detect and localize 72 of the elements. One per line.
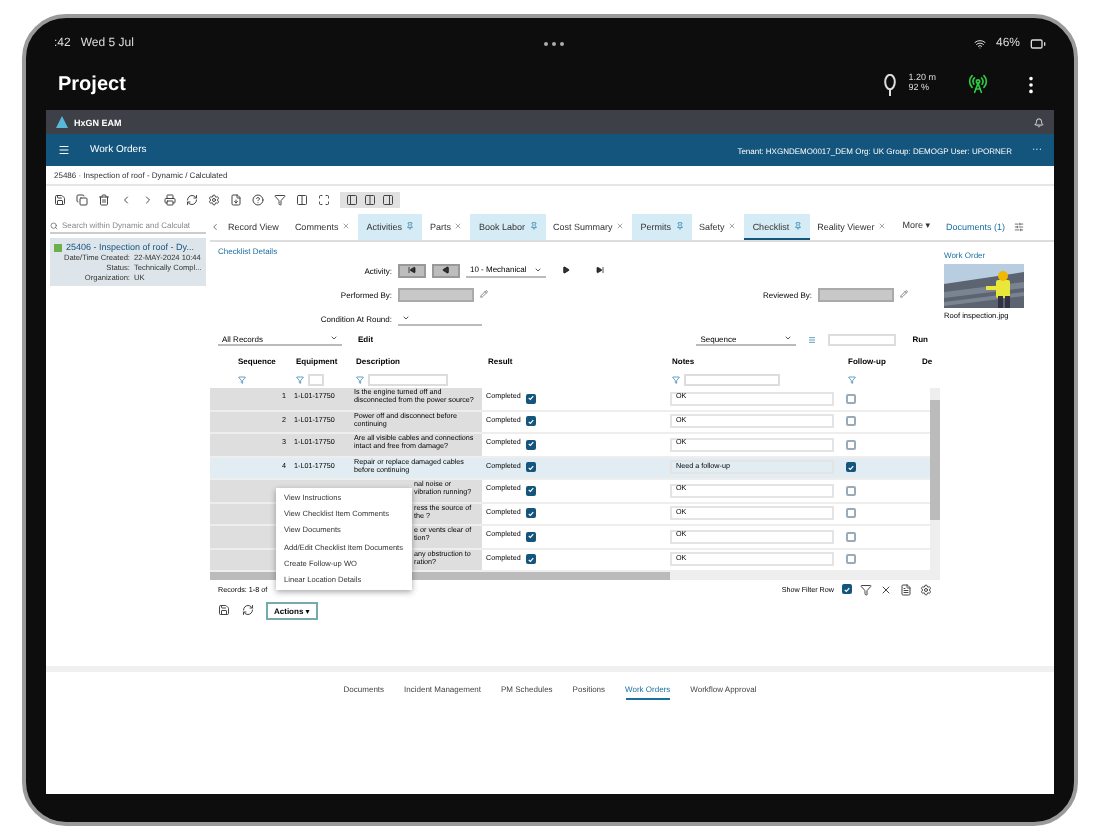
filter-field[interactable] [684, 373, 780, 385]
value-field[interactable] [828, 333, 897, 345]
settings-icon[interactable] [920, 583, 932, 595]
filter-field[interactable] [308, 373, 324, 385]
previous-icon[interactable] [120, 194, 132, 206]
panel-left-icon[interactable] [346, 194, 358, 206]
split-icon[interactable] [364, 194, 376, 206]
filter-icon [238, 375, 246, 383]
follow-up-checkbox[interactable] [846, 508, 856, 519]
scroll-left-icon [210, 222, 220, 232]
play-left-icon [442, 266, 450, 274]
result-checkbox[interactable] [526, 531, 537, 542]
settings-icon [1013, 222, 1024, 232]
follow-up-checkbox[interactable] [846, 485, 856, 496]
wifi-icon [973, 38, 986, 50]
filter-icon [848, 375, 856, 383]
filter-icon [356, 375, 364, 383]
follow-up-checkbox[interactable] [846, 393, 856, 404]
menu-icon [58, 144, 70, 156]
export-icon[interactable] [230, 194, 242, 206]
panel-right-icon[interactable] [382, 194, 394, 206]
scrollbar[interactable] [930, 388, 940, 572]
result-checkbox[interactable] [526, 393, 537, 404]
save-icon[interactable] [54, 194, 66, 206]
filter-icon[interactable] [274, 194, 286, 206]
follow-up-checkbox[interactable] [846, 554, 856, 565]
skip-back-icon [408, 266, 416, 274]
help-icon[interactable] [252, 194, 264, 206]
edit-icon [480, 290, 488, 298]
filter-icon [296, 375, 304, 383]
status-icon [54, 243, 62, 251]
result-checkbox[interactable] [526, 462, 537, 473]
follow-up-checkbox[interactable] [846, 416, 856, 427]
skip-forward-icon [596, 266, 604, 274]
play-icon [562, 266, 570, 274]
result-checkbox[interactable] [526, 508, 537, 519]
antenna-icon [968, 74, 988, 94]
result-checkbox[interactable] [526, 554, 537, 565]
refresh-icon[interactable] [186, 194, 198, 206]
app-title: Project [58, 73, 128, 95]
filter-icon [672, 375, 680, 383]
filter-row-checkbox[interactable] [842, 584, 852, 594]
filter-icon[interactable] [860, 583, 872, 595]
first-button[interactable] [398, 263, 426, 277]
sort-order-icon [808, 335, 817, 343]
battery-icon [1030, 36, 1046, 52]
search-icon [50, 221, 58, 229]
copy-icon[interactable] [76, 194, 88, 206]
result-checkbox[interactable] [526, 416, 537, 427]
follow-up-checkbox[interactable] [846, 439, 856, 450]
bell-icon [1034, 117, 1044, 127]
save-icon[interactable] [218, 604, 230, 616]
pin-icon [884, 73, 897, 95]
follow-up-checkbox[interactable] [846, 462, 856, 473]
result-checkbox[interactable] [526, 439, 537, 450]
result-checkbox[interactable] [526, 485, 537, 496]
refresh-icon[interactable] [242, 604, 254, 616]
trash-icon[interactable] [98, 194, 110, 206]
logo-icon [56, 116, 68, 128]
reviewed-by-field[interactable] [818, 287, 894, 301]
follow-up-checkbox[interactable] [846, 531, 856, 542]
layout-icon[interactable] [296, 194, 308, 206]
settings-icon[interactable] [208, 194, 220, 206]
print-icon[interactable] [164, 194, 176, 206]
previous-button[interactable] [432, 263, 460, 277]
filter-field[interactable] [368, 373, 448, 385]
edit-icon [900, 290, 908, 298]
performed-by-field[interactable] [398, 287, 474, 301]
next-icon[interactable] [142, 194, 154, 206]
document-icon[interactable] [900, 583, 912, 595]
clear-icon[interactable] [880, 583, 892, 595]
view-toggle[interactable] [340, 192, 400, 208]
